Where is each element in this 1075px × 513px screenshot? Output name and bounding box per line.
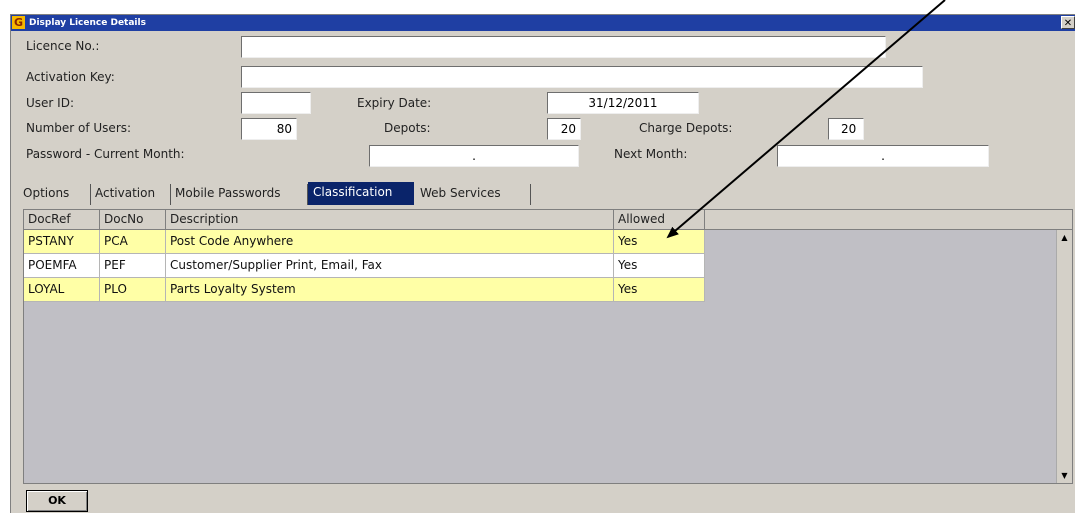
cell-docref: LOYAL [24,278,100,302]
licence-no-label: Licence No.: [26,39,100,53]
cell-description: Post Code Anywhere [166,230,614,254]
licence-no-field[interactable] [241,36,886,58]
table-row[interactable]: POEMFA PEF Customer/Supplier Print, Emai… [24,254,705,278]
classification-grid: DocRef DocNo Description Allowed PSTANY … [23,209,1073,484]
scroll-up-icon[interactable]: ▲ [1057,230,1072,245]
close-icon[interactable]: ✕ [1061,16,1075,29]
window-title: Display Licence Details [29,18,146,28]
password-current-month-field[interactable] [369,145,579,167]
charge-depots-field[interactable] [828,118,864,140]
column-header-description[interactable]: Description [166,210,614,230]
cell-allowed: Yes [614,278,705,302]
cell-docref: PSTANY [24,230,100,254]
column-header-docref[interactable]: DocRef [24,210,100,230]
depots-field[interactable] [547,118,581,140]
tab-mobile-passwords[interactable]: Mobile Passwords [171,184,308,205]
cell-allowed: Yes [614,254,705,278]
cell-allowed: Yes [614,230,705,254]
user-id-field[interactable] [241,92,311,114]
number-of-users-label: Number of Users: [26,121,132,135]
ok-button[interactable]: OK [26,490,88,512]
password-current-month-label: Password - Current Month: [26,147,185,161]
cell-description: Parts Loyalty System [166,278,614,302]
scroll-down-icon[interactable]: ▼ [1057,468,1072,483]
cell-docno: PEF [100,254,166,278]
cell-docno: PLO [100,278,166,302]
cell-description: Customer/Supplier Print, Email, Fax [166,254,614,278]
activation-key-label: Activation Key: [26,70,115,84]
tab-web-services[interactable]: Web Services [416,184,531,205]
cell-docno: PCA [100,230,166,254]
number-of-users-field[interactable] [241,118,297,140]
table-row[interactable]: LOYAL PLO Parts Loyalty System Yes [24,278,705,302]
column-header-empty [705,210,1072,230]
table-row[interactable]: PSTANY PCA Post Code Anywhere Yes [24,230,705,254]
tab-classification[interactable]: Classification [308,182,414,205]
tab-options[interactable]: Options [19,184,91,205]
cell-docref: POEMFA [24,254,100,278]
licence-details-window: G Display Licence Details ✕ Licence No.:… [10,14,1075,513]
depots-label: Depots: [384,121,431,135]
user-id-label: User ID: [26,96,74,110]
expiry-date-field[interactable] [547,92,699,114]
app-logo-icon: G [12,16,25,29]
activation-key-field[interactable] [241,66,923,88]
next-month-field[interactable] [777,145,989,167]
tab-activation[interactable]: Activation [91,184,171,205]
column-header-allowed[interactable]: Allowed [614,210,705,230]
expiry-date-label: Expiry Date: [357,96,432,110]
vertical-scrollbar[interactable]: ▲ ▼ [1056,230,1072,483]
next-month-label: Next Month: [614,147,688,161]
charge-depots-label: Charge Depots: [639,121,733,135]
title-bar: G Display Licence Details ✕ [11,15,1075,31]
column-header-docno[interactable]: DocNo [100,210,166,230]
